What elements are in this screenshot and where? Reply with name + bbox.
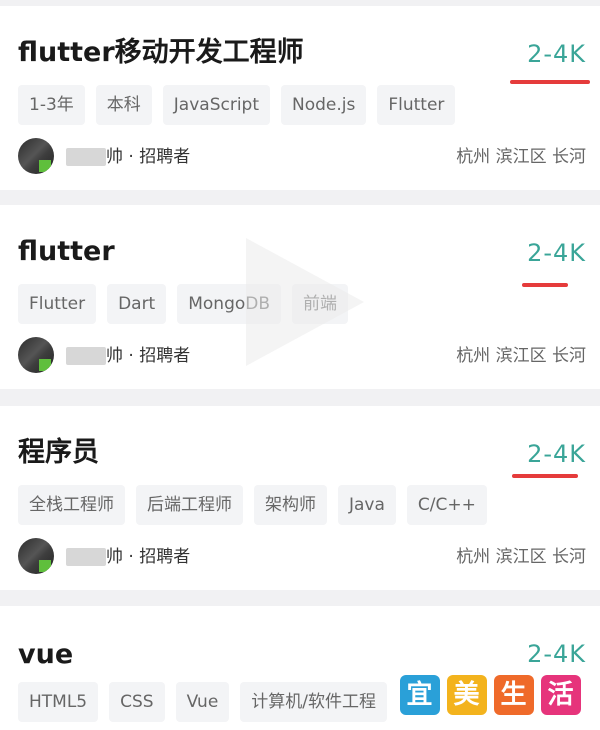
job-title: vue: [18, 639, 74, 670]
job-title: flutter移动开发工程师: [18, 37, 304, 68]
highlight-underline: [522, 283, 568, 287]
job-title: flutter: [18, 236, 115, 267]
tag-skill: Dart: [107, 284, 167, 324]
tag-list: 全栈工程师 后端工程师 架构师 Java C/C++: [18, 485, 487, 525]
tag-education: 本科: [95, 85, 152, 125]
recruiter-name-blur: [66, 148, 106, 166]
tag-skill: Node.js: [281, 85, 367, 125]
job-location: 杭州 滨江区 长河: [456, 547, 586, 567]
recruiter-name-blur: [66, 347, 106, 365]
tag-skill: Vue: [175, 682, 230, 722]
recruiter-label: 帅 · 招聘者: [106, 147, 191, 167]
tag-skill: Flutter: [18, 284, 97, 324]
tag-skill: Java: [338, 485, 396, 525]
tag-list: HTML5 CSS Vue 计算机/软件工程: [18, 682, 388, 722]
tag-skill: 前端: [292, 284, 349, 324]
recruiter-avatar: [18, 138, 54, 174]
watermark-char: 活: [540, 675, 581, 715]
job-title: 程序员: [18, 437, 99, 468]
salary-label: 2-4K: [527, 640, 586, 668]
tag-skill: 全栈工程师: [18, 485, 125, 525]
job-card[interactable]: flutter 2-4K Flutter Dart MongoDB 前端 帅 ·…: [0, 205, 600, 389]
tag-skill: HTML5: [18, 682, 99, 722]
salary-label: 2-4K: [527, 239, 586, 267]
recruiter-name-blur: [66, 548, 106, 566]
watermark-char: 生: [493, 675, 534, 715]
job-card[interactable]: flutter移动开发工程师 2-4K 1-3年 本科 JavaScript N…: [0, 6, 600, 190]
tag-skill: Flutter: [377, 85, 456, 125]
highlight-underline: [510, 80, 590, 84]
tag-skill: 后端工程师: [136, 485, 243, 525]
recruiter-avatar: [18, 538, 54, 574]
job-card[interactable]: 程序员 2-4K 全栈工程师 后端工程师 架构师 Java C/C++ 帅 · …: [0, 406, 600, 590]
tag-list: 1-3年 本科 JavaScript Node.js Flutter: [18, 85, 456, 125]
tag-skill: 计算机/软件工程: [240, 682, 388, 722]
watermark-char: 宜: [399, 675, 440, 715]
tag-skill: C/C++: [406, 485, 487, 525]
tag-list: Flutter Dart MongoDB 前端: [18, 284, 349, 324]
salary-label: 2-4K: [527, 440, 586, 468]
tag-skill: JavaScript: [162, 85, 270, 125]
tag-experience: 1-3年: [18, 85, 85, 125]
tag-skill: MongoDB: [177, 284, 282, 324]
recruiter-avatar: [18, 337, 54, 373]
salary-label: 2-4K: [527, 40, 586, 68]
recruiter-label: 帅 · 招聘者: [106, 547, 191, 567]
watermark-char: 美: [446, 675, 487, 715]
tag-skill: CSS: [109, 682, 165, 722]
watermark-logo: 宜 美 生 活: [390, 668, 590, 722]
highlight-underline: [512, 474, 578, 478]
job-location: 杭州 滨江区 长河: [456, 147, 586, 167]
job-location: 杭州 滨江区 长河: [456, 346, 586, 366]
tag-skill: 架构师: [254, 485, 327, 525]
recruiter-label: 帅 · 招聘者: [106, 346, 191, 366]
